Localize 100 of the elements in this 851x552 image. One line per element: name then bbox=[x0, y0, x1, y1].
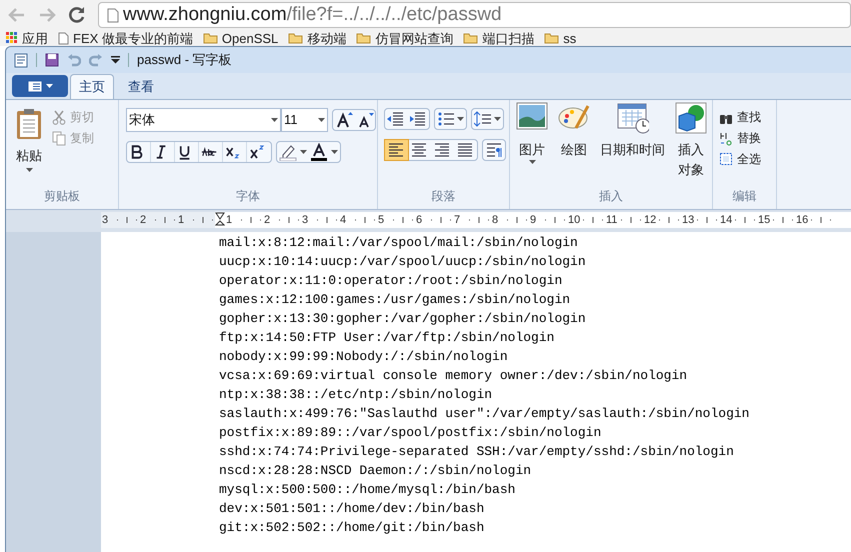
highlighter-icon[interactable] bbox=[279, 143, 297, 161]
group-label: 剪贴板 bbox=[43, 188, 81, 205]
ruler-ticks-icon bbox=[657, 217, 681, 223]
ruler-number: 1 bbox=[177, 212, 184, 228]
save-icon[interactable] bbox=[45, 53, 59, 67]
ruler-ticks-icon bbox=[771, 217, 795, 223]
ruler-ticks-icon bbox=[733, 217, 757, 223]
ruler-ticks-icon bbox=[619, 217, 643, 223]
caret-icon[interactable] bbox=[331, 150, 338, 154]
ruler-number: 15 bbox=[757, 212, 770, 228]
bookmark[interactable]: 应用 bbox=[6, 32, 48, 44]
ruler-number: 2 bbox=[139, 212, 146, 228]
line-spacing-button[interactable] bbox=[471, 108, 504, 130]
bookmark[interactable]: 端口扫描 bbox=[463, 32, 534, 44]
caret-icon bbox=[318, 118, 325, 122]
file-menu-button[interactable] bbox=[12, 75, 68, 97]
group-label: 编辑 bbox=[732, 188, 758, 205]
text-line: gopher:x:13:30:gopher:/var/gopher:/sbin/nologin bbox=[219, 310, 587, 328]
ruler-number: 13 bbox=[681, 212, 694, 228]
text-line: ntp:x:38:38::/etc/ntp:/sbin/nologin bbox=[219, 386, 494, 404]
text-line: git:x:502:502::/home/git:/bin/bash bbox=[219, 519, 486, 537]
ruler-number: 12 bbox=[643, 212, 656, 228]
ruler-ticks-icon bbox=[391, 217, 415, 223]
folder-icon bbox=[544, 32, 560, 44]
caret-icon bbox=[46, 84, 52, 88]
text-line: uucp:x:10:14:uucp:/var/spool/uucp:/sbin/nologin bbox=[219, 253, 587, 271]
group-label: 字体 bbox=[235, 188, 261, 205]
ruler-ticks-icon bbox=[115, 217, 139, 223]
document-icon[interactable] bbox=[14, 52, 28, 68]
group-label: 段落 bbox=[430, 188, 456, 205]
folder-icon bbox=[356, 32, 372, 44]
apps-grid-icon bbox=[6, 32, 18, 44]
font-size-dropdown[interactable]: 11 bbox=[281, 108, 328, 132]
ruler-number: 14 bbox=[719, 212, 732, 228]
font-family-dropdown[interactable]: 宋体 bbox=[126, 108, 281, 132]
bookmark[interactable]: ss bbox=[544, 32, 576, 44]
ruler-ticks-icon bbox=[239, 217, 263, 223]
ruler-number: 4 bbox=[339, 212, 346, 228]
replace-button[interactable]: 替换 bbox=[719, 129, 761, 147]
ruler-number: 9 bbox=[529, 212, 536, 228]
strikethrough-icon[interactable] bbox=[199, 142, 223, 162]
ruler-number: 3 bbox=[101, 212, 108, 228]
caret-icon bbox=[271, 118, 278, 122]
text-line: vcsa:x:69:69:virtual console memory owner:/dev:/sbin/nologin bbox=[219, 367, 688, 385]
ruler-number: 1 bbox=[225, 212, 232, 228]
ruler-ticks-icon bbox=[277, 217, 301, 223]
subscript-icon[interactable] bbox=[223, 142, 247, 162]
group-label: 插入 bbox=[598, 188, 624, 205]
ruler-ticks-icon bbox=[809, 217, 833, 223]
paste-button[interactable]: 粘贴 bbox=[12, 108, 46, 187]
ruler-ticks-icon bbox=[695, 217, 719, 223]
text-line: dev:x:501:501::/home/dev:/bin/bash bbox=[219, 500, 486, 518]
bookmark[interactable]: 仿冒网站查询 bbox=[356, 32, 454, 44]
replace-icon bbox=[719, 130, 733, 146]
ribbon-tab[interactable]: 主页 bbox=[70, 74, 114, 99]
insert-picture-button[interactable]: 图片 bbox=[516, 102, 548, 187]
ruler-number: 2 bbox=[263, 212, 270, 228]
font-color-icon[interactable] bbox=[310, 143, 328, 161]
folder-icon bbox=[463, 32, 478, 44]
insert-paint-button[interactable]: 绘图 bbox=[558, 102, 590, 187]
selectall-button[interactable]: 全选 bbox=[719, 150, 761, 168]
find-button[interactable]: 查找 bbox=[719, 108, 761, 126]
insert-datetime-button[interactable]: 日期和时间 bbox=[600, 102, 665, 187]
ruler-number: 7 bbox=[453, 212, 460, 228]
caret-icon bbox=[494, 117, 501, 121]
text-line: nscd:x:28:28:NSCD Daemon:/:/sbin/nologin bbox=[219, 462, 532, 480]
text-line: mail:x:8:12:mail:/var/spool/mail:/sbin/nologin bbox=[219, 234, 579, 252]
bookmark[interactable]: FEX 做最专业的前端 bbox=[58, 32, 193, 44]
ruler-number: 5 bbox=[377, 212, 384, 228]
text-line: games:x:12:100:games:/usr/games:/sbin/nologin bbox=[219, 291, 572, 309]
bookmark[interactable]: OpenSSL bbox=[202, 32, 278, 44]
reload-icon[interactable] bbox=[68, 6, 86, 24]
ruler-ticks-icon bbox=[467, 217, 491, 223]
ruler-ticks-icon bbox=[543, 217, 567, 223]
ruler-number: 11 bbox=[605, 212, 618, 228]
align-left-button[interactable] bbox=[385, 140, 408, 160]
address-bar[interactable]: www.zhongniu.com/file?f=../../../../etc/passwd bbox=[98, 2, 851, 28]
text-line: ftp:x:14:50:FTP User:/var/ftp:/sbin/nologin bbox=[219, 329, 556, 347]
ruler-number: 3 bbox=[301, 212, 308, 228]
caret-icon bbox=[528, 160, 536, 164]
select-all-icon bbox=[719, 152, 733, 166]
ruler-ticks-icon bbox=[581, 217, 605, 223]
dropdown-arrow-icon[interactable] bbox=[111, 56, 120, 64]
text-line: saslauth:x:499:76:"Saslauthd user":/var/empty/saslauth:/sbin/nologin bbox=[219, 405, 750, 423]
ribbon-tab[interactable]: 查看 bbox=[116, 74, 166, 99]
url-text: www.zhongniu.com/file?f=../../../../etc/passwd bbox=[123, 2, 502, 27]
line-spacing-icon bbox=[474, 111, 492, 127]
list-button[interactable] bbox=[434, 108, 467, 130]
ruler-ticks-icon bbox=[353, 217, 377, 223]
calendar-clock-icon bbox=[616, 102, 648, 134]
insert-object-button[interactable]: 插入对象 bbox=[675, 102, 707, 187]
ruler-ticks-icon bbox=[505, 217, 529, 223]
page-icon bbox=[107, 8, 119, 22]
ruler-ticks-icon bbox=[153, 217, 177, 223]
page-icon bbox=[58, 32, 69, 44]
bookmark[interactable]: 移动端 bbox=[288, 32, 346, 44]
caret-icon bbox=[457, 117, 464, 121]
ruler-number: 6 bbox=[415, 212, 422, 228]
folder-icon bbox=[202, 32, 218, 44]
caret-icon[interactable] bbox=[300, 150, 307, 154]
